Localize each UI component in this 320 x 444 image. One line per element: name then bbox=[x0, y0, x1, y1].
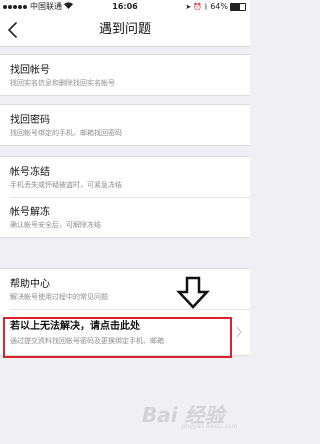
row-title: 找回密码 bbox=[10, 115, 50, 126]
list-item-find-password[interactable]: 找回密码 找回帐号绑定的手机、邮箱找回密码 bbox=[0, 105, 250, 145]
row-subtitle: 解决帐号使用过程中的常见问题 bbox=[10, 293, 108, 301]
chevron-right-icon bbox=[236, 326, 242, 338]
row-subtitle: 找回实名信息和删除找回实名帐号 bbox=[10, 79, 115, 87]
group-find-password: 找回密码 找回帐号绑定的手机、邮箱找回密码 bbox=[0, 104, 250, 146]
nav-bar: 遇到问题 bbox=[0, 14, 250, 47]
location-icon: ➤ bbox=[185, 3, 192, 11]
row-subtitle: 手机丢失或怀疑被盗时，可紧急冻结 bbox=[10, 181, 122, 189]
status-bar: 中国联通 16:06 ➤ ⏰ ᛒ 64% bbox=[0, 0, 250, 14]
down-arrow-icon bbox=[176, 276, 210, 309]
watermark-url: jingyan.baidu.com bbox=[182, 423, 238, 430]
row-title: 帮助中心 bbox=[10, 279, 50, 290]
row-subtitle: 确认帐号安全后，可解除冻结 bbox=[10, 221, 101, 229]
watermark-logo: Bai 经验 jingyan.baidu.com bbox=[142, 395, 246, 435]
battery-icon bbox=[230, 3, 246, 11]
battery-percent: 64% bbox=[210, 2, 228, 11]
bluetooth-icon: ᛒ bbox=[204, 3, 209, 11]
row-title: 找回帐号 bbox=[10, 65, 50, 76]
list-item-unfreeze-account[interactable]: 帐号解冻 确认帐号安全后，可解除冻结 bbox=[0, 197, 250, 237]
page-title: 遇到问题 bbox=[98, 22, 151, 37]
status-right: ➤ ⏰ ᛒ 64% bbox=[185, 0, 246, 14]
row-title: 帐号冻结 bbox=[10, 167, 50, 178]
list-item-find-account[interactable]: 找回帐号 找回实名信息和删除找回实名帐号 bbox=[0, 55, 250, 95]
battery-fill bbox=[231, 4, 240, 10]
highlight-box bbox=[3, 317, 232, 358]
group-find-account: 找回帐号 找回实名信息和删除找回实名帐号 bbox=[0, 54, 250, 96]
row-subtitle: 找回帐号绑定的手机、邮箱找回密码 bbox=[10, 129, 122, 137]
list-item-freeze-account[interactable]: 帐号冻结 手机丢失或怀疑被盗时，可紧急冻结 bbox=[0, 157, 250, 197]
list-item-help-center[interactable]: 帮助中心 解决帐号使用过程中的常见问题 bbox=[0, 269, 250, 309]
group-freeze: 帐号冻结 手机丢失或怀疑被盗时，可紧急冻结 帐号解冻 确认帐号安全后，可解除冻结 bbox=[0, 156, 250, 238]
alarm-icon: ⏰ bbox=[193, 3, 203, 11]
row-title: 帐号解冻 bbox=[10, 207, 50, 218]
